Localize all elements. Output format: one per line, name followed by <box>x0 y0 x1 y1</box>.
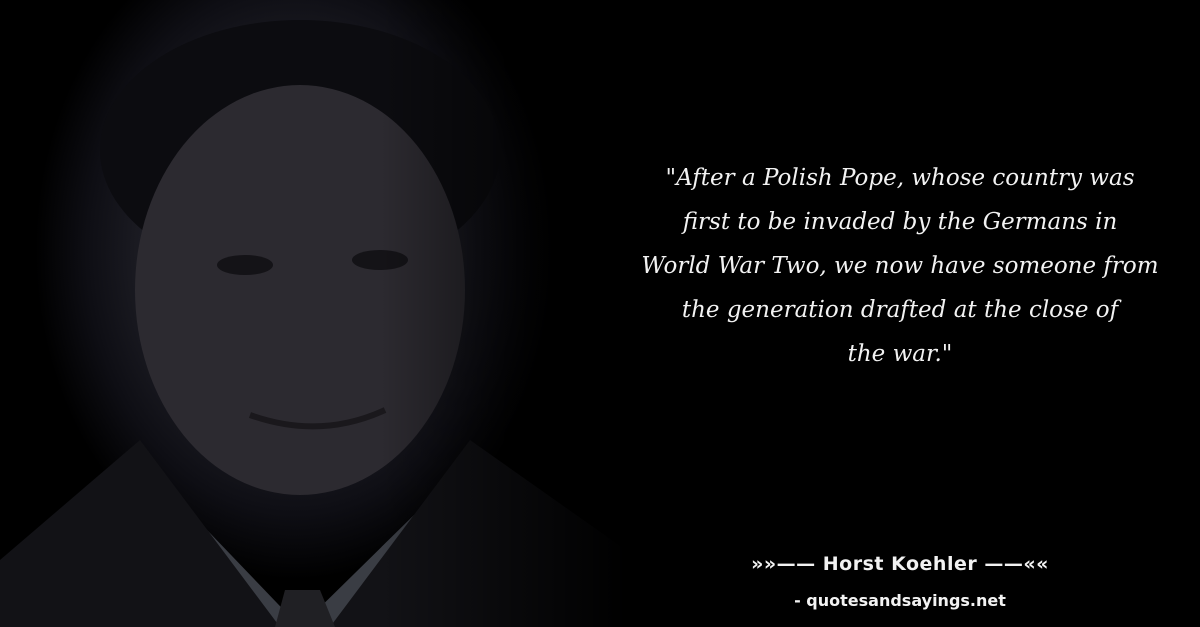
portrait-fade-overlay <box>380 0 640 627</box>
quote-card: "After a Polish Pope, whose country was … <box>0 0 1200 627</box>
site-credit: - quotesandsayings.net <box>794 591 1006 610</box>
quote-author: »»—— Horst Koehler ——«« <box>751 553 1049 575</box>
quote-text: "After a Polish Pope, whose country was … <box>641 165 1159 367</box>
